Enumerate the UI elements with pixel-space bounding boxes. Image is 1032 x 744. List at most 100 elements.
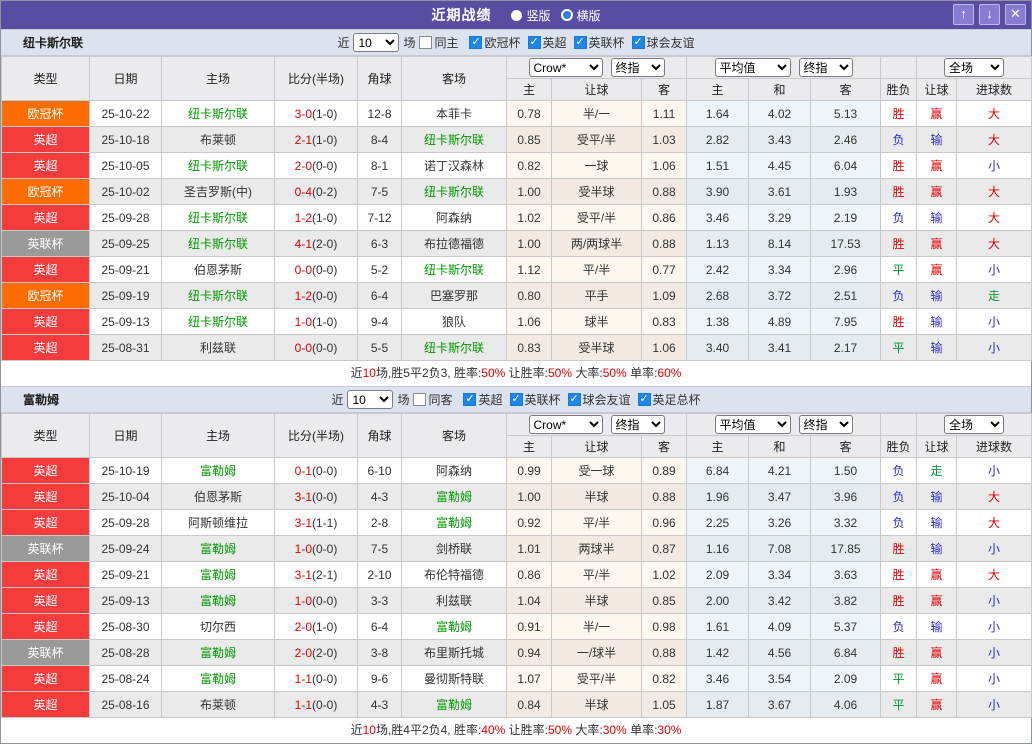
avg-home: 2.42 [687, 257, 749, 283]
handicap-result: 赢 [917, 640, 957, 666]
match-count-select[interactable]: 10 [353, 33, 399, 52]
average-stage-select[interactable]: 终指 [799, 58, 853, 77]
corners: 5-2 [358, 257, 402, 283]
sub-col-away-odds: 客 [642, 79, 687, 101]
odds-home: 1.07 [507, 666, 552, 692]
result: 胜 [881, 153, 917, 179]
col-away: 客场 [402, 57, 507, 101]
odds-handicap: 平/半 [552, 510, 642, 536]
goals-result: 大 [957, 484, 1032, 510]
average-stage-select[interactable]: 终指 [799, 415, 853, 434]
competition-filter-label: 英超 [543, 36, 567, 50]
competition-badge: 英超 [2, 562, 90, 588]
avg-home: 1.16 [687, 536, 749, 562]
scope-select[interactable]: 全场 [944, 415, 1004, 434]
avg-home: 2.25 [687, 510, 749, 536]
avg-away: 1.93 [811, 179, 881, 205]
summary-segment: 30% [603, 723, 627, 737]
move-down-button[interactable]: ↓ [979, 4, 1000, 25]
odds-stage-select[interactable]: 终指 [611, 58, 665, 77]
handicap-result: 赢 [917, 692, 957, 718]
competition-filter[interactable]: 球会友谊 [632, 36, 695, 50]
unchecked-checkbox-icon[interactable] [419, 36, 432, 49]
checked-checkbox-icon[interactable] [568, 393, 581, 406]
away-team: 纽卡斯尔联 [402, 335, 507, 361]
odds-away: 0.88 [642, 231, 687, 257]
handicap-result: 赢 [917, 153, 957, 179]
col-goals: 进球数 [957, 436, 1032, 458]
col-away: 客场 [402, 414, 507, 458]
result: 平 [881, 692, 917, 718]
odds-company-select[interactable]: Crow* [529, 58, 603, 77]
sub-col-away-odds: 客 [642, 436, 687, 458]
handicap-result: 赢 [917, 562, 957, 588]
odds-home: 0.84 [507, 692, 552, 718]
avg-draw: 4.45 [749, 153, 811, 179]
move-up-button[interactable]: ↑ [953, 4, 974, 25]
same-venue-filter[interactable]: 同客 [413, 391, 452, 408]
avg-home: 2.68 [687, 283, 749, 309]
checked-checkbox-icon[interactable] [463, 393, 476, 406]
away-team: 阿森纳 [402, 458, 507, 484]
competition-filter[interactable]: 球会友谊 [568, 393, 631, 407]
match-date: 25-09-28 [90, 510, 162, 536]
competition-filter[interactable]: 英足总杯 [638, 393, 701, 407]
checked-checkbox-icon[interactable] [574, 36, 587, 49]
odds-stage-select[interactable]: 终指 [611, 415, 665, 434]
goals-result: 小 [957, 153, 1032, 179]
home-team: 富勒姆 [162, 666, 275, 692]
summary-segment: 近 [351, 366, 363, 380]
competition-badge: 英超 [2, 692, 90, 718]
corners: 6-3 [358, 231, 402, 257]
summary-text: 近10场,胜4平2负4, 胜率:40% 让胜率:50% 大率:30% 单率:30… [1, 718, 1031, 743]
checked-checkbox-icon[interactable] [469, 36, 482, 49]
corners: 5-5 [358, 335, 402, 361]
avg-home: 1.13 [687, 231, 749, 257]
radio-selected-icon[interactable] [511, 10, 522, 21]
competition-filter[interactable]: 英联杯 [574, 36, 625, 50]
horizontal-layout-radio[interactable]: 横版 [561, 7, 601, 24]
vertical-layout-label: 竖版 [526, 7, 550, 24]
match-row: 英超25-10-04伯恩茅斯3-1(0-0)4-3富勒姆1.00半球0.881.… [2, 484, 1032, 510]
goals-result: 走 [957, 283, 1032, 309]
odds-away: 1.02 [642, 562, 687, 588]
odds-company-select[interactable]: Crow* [529, 415, 603, 434]
match-count-select[interactable]: 10 [347, 390, 393, 409]
summary-segment: 40% [481, 723, 505, 737]
checked-checkbox-icon[interactable] [632, 36, 645, 49]
competition-filter[interactable]: 英超 [463, 393, 502, 407]
recent-results-panel: 近期战绩 竖版 横版 ↑ ↓ ✕ 纽卡斯尔联 近 10 场 [0, 0, 1032, 744]
corners: 8-1 [358, 153, 402, 179]
scope-select[interactable]: 全场 [944, 58, 1004, 77]
result: 胜 [881, 231, 917, 257]
competition-filter[interactable]: 英超 [528, 36, 567, 50]
average-select[interactable]: 平均值 [715, 415, 791, 434]
result: 胜 [881, 588, 917, 614]
checked-checkbox-icon[interactable] [528, 36, 541, 49]
competition-badge: 欧冠杯 [2, 179, 90, 205]
summary-segment: 大率: [572, 723, 603, 737]
avg-away: 2.51 [811, 283, 881, 309]
score: 4-1(2-0) [275, 231, 358, 257]
corners: 6-10 [358, 458, 402, 484]
match-date: 25-10-18 [90, 127, 162, 153]
competition-filter[interactable]: 欧冠杯 [469, 36, 520, 50]
avg-draw: 4.89 [749, 309, 811, 335]
average-select[interactable]: 平均值 [715, 58, 791, 77]
team-name: 富勒姆 [23, 391, 59, 408]
avg-away: 6.04 [811, 153, 881, 179]
competition-filter[interactable]: 英联杯 [510, 393, 561, 407]
same-venue-filter[interactable]: 同主 [419, 34, 458, 51]
avg-away: 2.96 [811, 257, 881, 283]
home-team: 纽卡斯尔联 [162, 231, 275, 257]
vertical-layout-radio[interactable]: 竖版 [511, 7, 550, 24]
checked-checkbox-icon[interactable] [638, 393, 651, 406]
matches-table: 类型 日期 主场 比分(半场) 角球 客场 Crow* 终指 平均值 [1, 413, 1032, 718]
match-row: 英超25-08-24富勒姆1-1(0-0)9-6曼彻斯特联1.07受平/半0.8… [2, 666, 1032, 692]
unchecked-checkbox-icon[interactable] [413, 393, 426, 406]
close-button[interactable]: ✕ [1005, 4, 1026, 25]
table-header: 类型 日期 主场 比分(半场) 角球 客场 Crow* 终指 平均值 [2, 414, 1032, 458]
checked-checkbox-icon[interactable] [510, 393, 523, 406]
goals-result: 小 [957, 257, 1032, 283]
radio-unselected-icon[interactable] [561, 9, 573, 21]
